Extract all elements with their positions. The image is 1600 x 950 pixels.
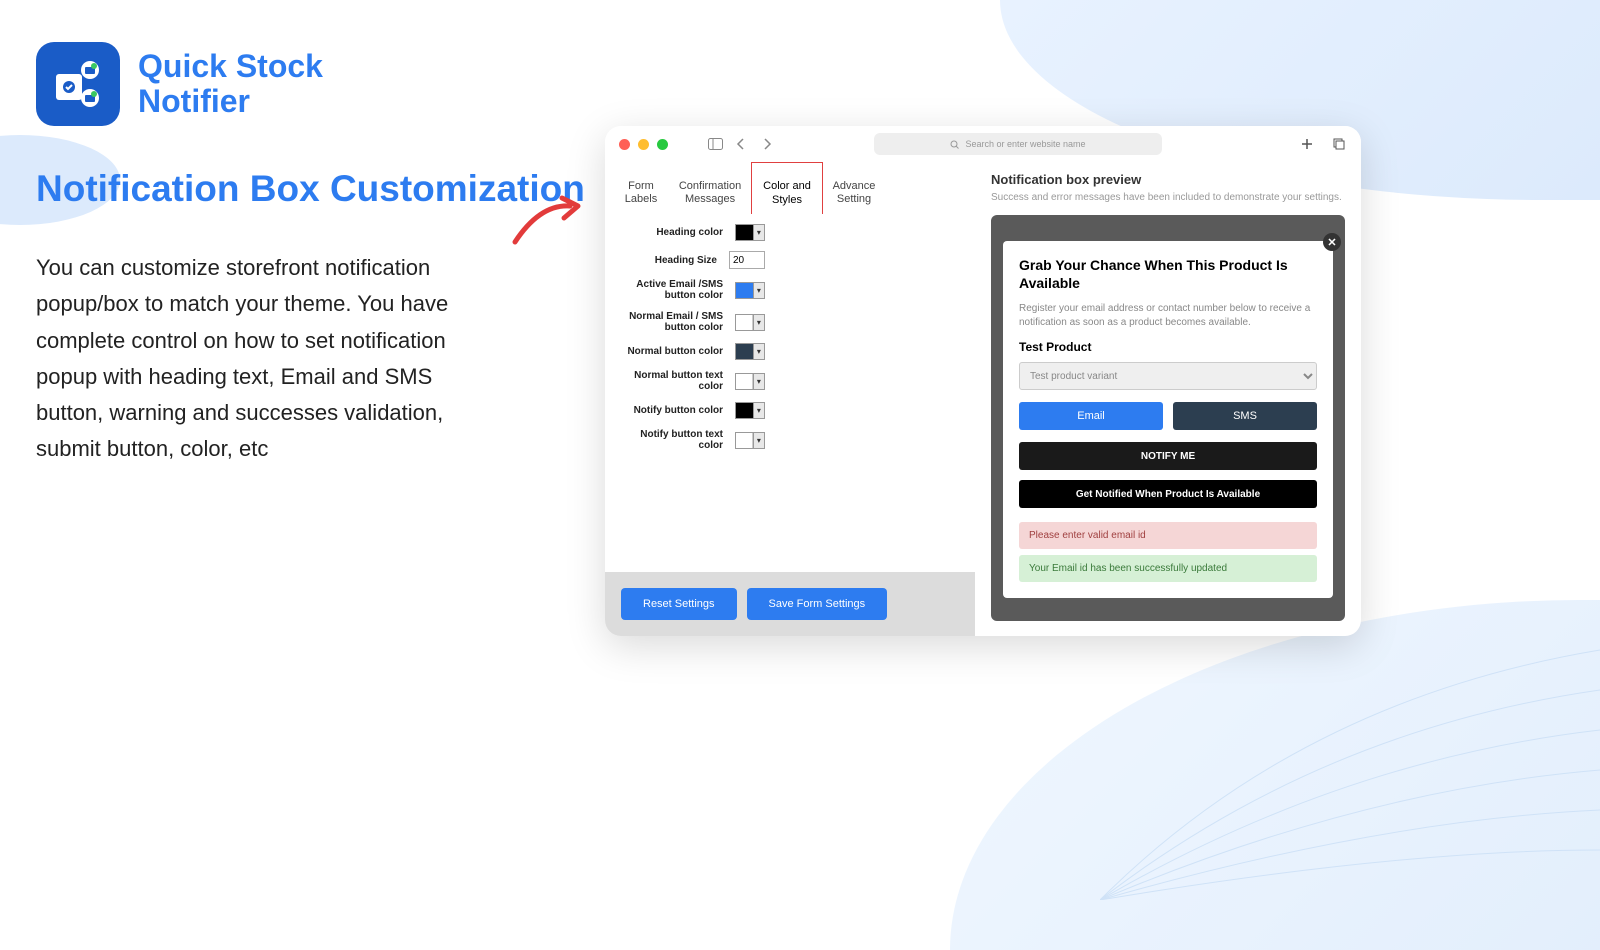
app-title-line1: Quick Stock [138,49,323,84]
app-logo: Quick Stock Notifier [36,42,323,126]
popup-subtext: Register your email address or contact n… [1019,302,1317,330]
browser-window: Search or enter website name Form Labels… [605,126,1361,636]
app-logo-icon [36,42,120,126]
setting-notify-button-text-color: Notify button text color ▾ [615,429,965,451]
success-message: Your Email id has been successfully upda… [1019,555,1317,582]
new-tab-icon[interactable] [1299,136,1315,152]
window-min-dot[interactable] [638,139,649,150]
active-btn-color-select[interactable]: ▾ [735,282,765,299]
setting-heading-color: Heading color ▾ [615,224,965,241]
window-max-dot[interactable] [657,139,668,150]
setting-normal-button-color: Normal button color ▾ [615,343,965,360]
preview-panel: Notification box preview Success and err… [975,162,1361,636]
chevron-down-icon: ▾ [753,315,764,330]
setting-active-btn-color: Active Email /SMS button color ▾ [615,279,965,301]
address-bar[interactable]: Search or enter website name [874,133,1162,155]
setting-heading-size: Heading Size [615,251,965,269]
normal-btn-color-select[interactable]: ▾ [735,314,765,331]
tab-color-and-styles[interactable]: Color and Styles [751,162,823,214]
chevron-down-icon: ▾ [753,374,764,389]
sms-button[interactable]: SMS [1173,402,1317,430]
chevron-down-icon: ▾ [753,225,764,240]
setting-notify-button-color: Notify button color ▾ [615,402,965,419]
chevron-down-icon: ▾ [753,433,764,448]
email-button[interactable]: Email [1019,402,1163,430]
address-placeholder: Search or enter website name [965,139,1085,149]
preview-subtitle: Success and error messages have been inc… [991,191,1345,205]
tab-confirmation-messages[interactable]: Confirmation Messages [669,162,751,214]
app-title-line2: Notifier [138,84,323,119]
back-icon[interactable] [732,135,750,153]
browser-chrome: Search or enter website name [605,126,1361,162]
sidebar-toggle-icon[interactable] [706,135,724,153]
notify-me-button[interactable]: NOTIFY ME [1019,442,1317,470]
settings-tabs: Form Labels Confirmation Messages Color … [605,162,975,214]
notify-button-color-select[interactable]: ▾ [735,402,765,419]
preview-backdrop: ✕ Grab Your Chance When This Product Is … [991,215,1345,621]
page-description: You can customize storefront notificatio… [36,250,456,468]
close-icon[interactable]: ✕ [1323,233,1341,251]
save-form-settings-button[interactable]: Save Form Settings [747,588,888,620]
window-close-dot[interactable] [619,139,630,150]
bg-lines [1100,600,1600,900]
preview-title: Notification box preview [991,172,1345,187]
normal-button-text-color-select[interactable]: ▾ [735,373,765,390]
get-notified-button[interactable]: Get Notified When Product Is Available [1019,480,1317,508]
heading-color-select[interactable]: ▾ [735,224,765,241]
tab-form-labels[interactable]: Form Labels [613,162,669,214]
arrow-icon [510,194,585,249]
error-message: Please enter valid email id [1019,522,1317,549]
search-icon [950,140,959,149]
forward-icon[interactable] [758,135,776,153]
page-title: Notification Box Customization [36,168,585,210]
notification-popup: ✕ Grab Your Chance When This Product Is … [1003,241,1333,598]
settings-list: Heading color ▾ Heading Size Active Emai… [605,214,975,461]
heading-size-input[interactable] [729,251,765,269]
notify-button-text-color-select[interactable]: ▾ [735,432,765,449]
chevron-down-icon: ▾ [753,403,764,418]
popup-heading: Grab Your Chance When This Product Is Av… [1019,257,1317,292]
popup-product-name: Test Product [1019,340,1317,354]
variant-select[interactable]: Test product variant [1019,362,1317,390]
setting-normal-btn-color: Normal Email / SMS button color ▾ [615,311,965,333]
reset-settings-button[interactable]: Reset Settings [621,588,737,620]
copy-icon[interactable] [1331,136,1347,152]
chevron-down-icon: ▾ [753,283,764,298]
chevron-down-icon: ▾ [753,344,764,359]
tab-advance-setting[interactable]: Advance Setting [823,162,885,214]
settings-panel: Form Labels Confirmation Messages Color … [605,162,975,636]
settings-actions: Reset Settings Save Form Settings [605,572,975,636]
setting-normal-button-text-color: Normal button text color ▾ [615,370,965,392]
normal-button-color-select[interactable]: ▾ [735,343,765,360]
